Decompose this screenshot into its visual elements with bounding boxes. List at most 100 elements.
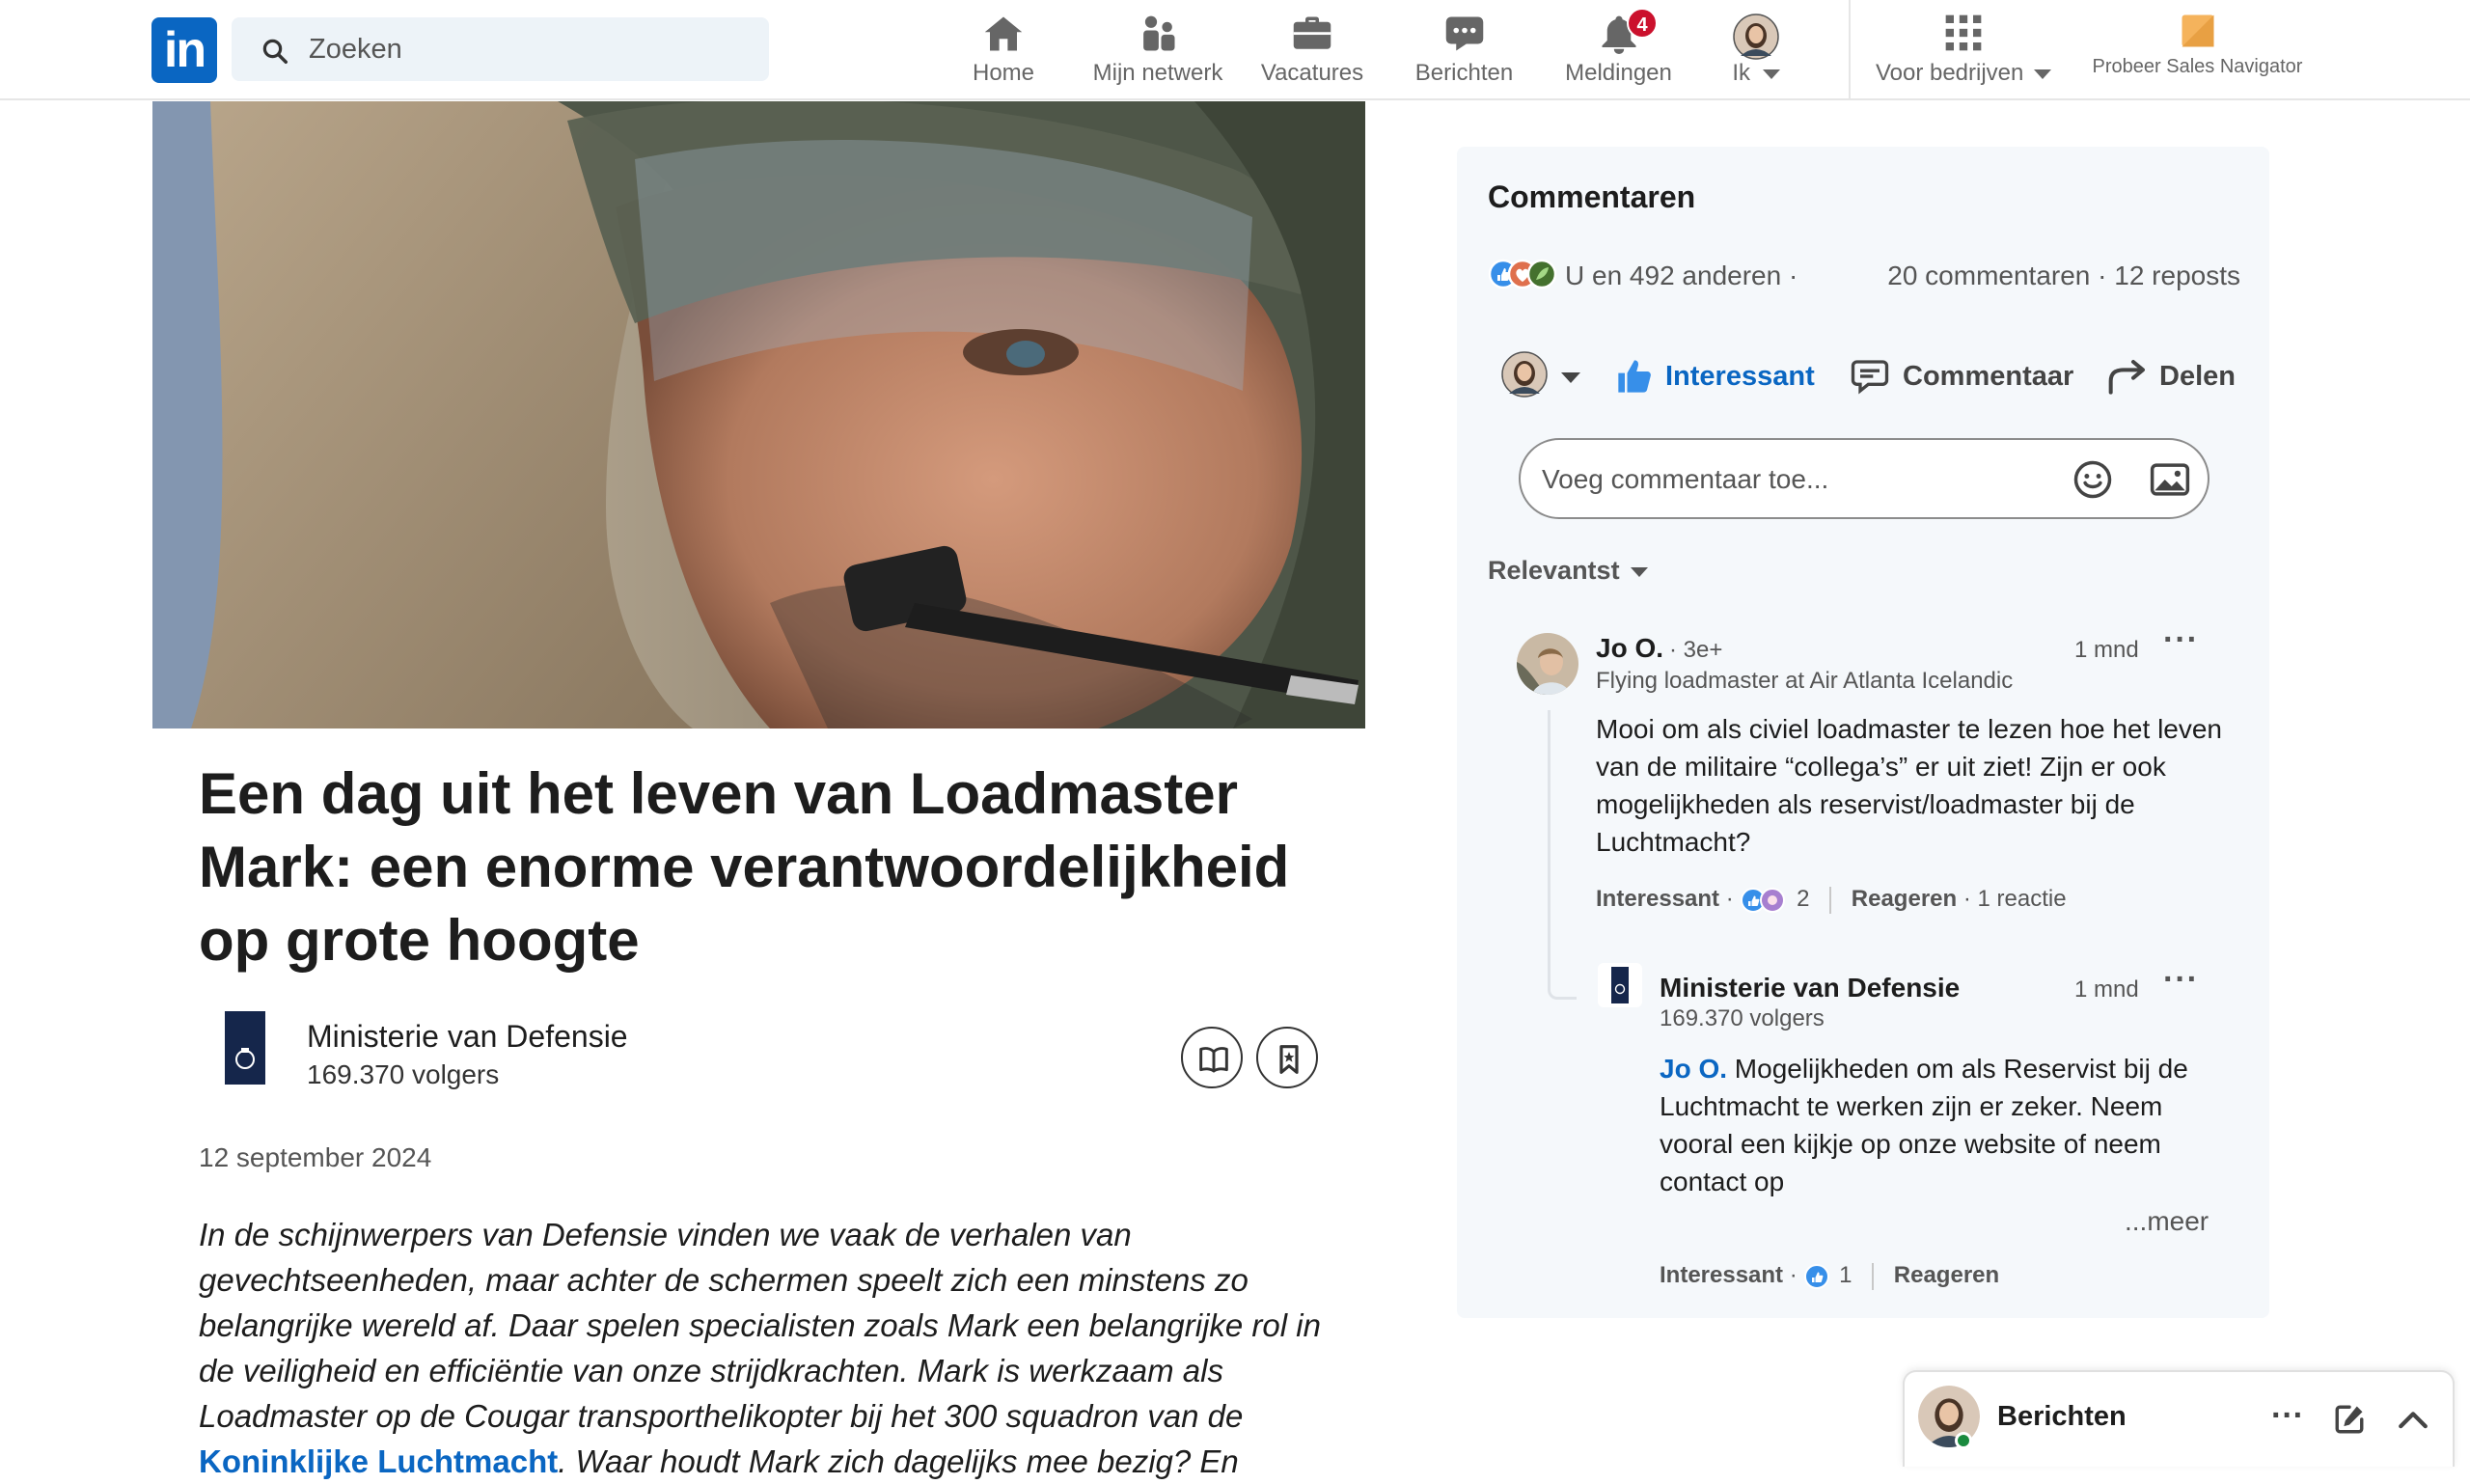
nav-sales-navigator[interactable]: Probeer Sales Navigator [2079, 0, 2316, 100]
article-date: 12 september 2024 [199, 1142, 432, 1172]
search-bar[interactable] [232, 17, 769, 81]
commenter-photo [1517, 633, 1578, 695]
search-input[interactable] [307, 17, 751, 81]
reply-author-followers: 169.370 volgers [1660, 1005, 1825, 1031]
reaction-icons [1741, 887, 1786, 913]
open-book-icon [1199, 1047, 1228, 1073]
nav-divider [1849, 0, 1851, 100]
messaging-overlay[interactable]: Berichten ··· [1903, 1370, 2455, 1467]
comment-reply-button[interactable]: Reageren [1852, 886, 1957, 912]
network-icon [1143, 15, 1175, 51]
author-logo[interactable] [225, 1011, 265, 1085]
linkedin-logo[interactable]: in [151, 17, 217, 83]
replies-count[interactable]: · 1 reactie [1963, 886, 2067, 912]
reply-like-button[interactable]: Interessant [1660, 1262, 1783, 1288]
chevron-down-icon [1631, 566, 1649, 577]
comment-icon [1851, 360, 1889, 395]
reply-author-logo[interactable] [1598, 963, 1642, 1007]
nav-label: Vacatures [1260, 60, 1364, 86]
connection-degree: · 3e+ [1669, 637, 1723, 663]
comments-title: Commentaren [1488, 179, 1696, 214]
nav-label: Mijn netwerk [1092, 60, 1223, 86]
reactions-summary[interactable]: U en 492 anderen · [1488, 257, 1798, 295]
nav-home[interactable]: Home [950, 0, 1057, 100]
emoji-icon[interactable] [2072, 459, 2113, 500]
reply-more-button[interactable]: ··· [2163, 961, 2199, 999]
comment-text: Mooi om als civiel loadmaster te lezen h… [1596, 714, 2223, 857]
comment-time: 1 mnd [2074, 637, 2139, 663]
nav-jobs[interactable]: Vacatures [1254, 0, 1370, 100]
comment-input-box[interactable] [1519, 438, 2209, 519]
search-icon [262, 39, 288, 64]
reply-text: Jo O. Mogelijkheden om als Reservist bij… [1660, 1050, 2229, 1208]
reply-author-name[interactable]: Ministerie van Defensie [1660, 973, 1960, 1003]
nav-label: Ik [1732, 60, 1750, 86]
article-title: Een dag uit het leven van Loadmaster Mar… [199, 761, 1290, 973]
nav-label: Voor bedrijven [1875, 60, 2024, 86]
messaging-more-button[interactable]: ··· [2271, 1397, 2304, 1435]
nav-label: Meldingen [1565, 60, 1672, 86]
reply-time: 1 mnd [2074, 976, 2139, 1003]
briefcase-icon [1293, 16, 1331, 49]
sales-navigator-icon [2182, 14, 2213, 47]
reply-reply-button[interactable]: Reageren [1894, 1262, 1999, 1288]
like-label: Interessant [1665, 361, 1815, 392]
post-actions: Interessant Commentaar Delen [1501, 344, 2254, 411]
share-button[interactable]: Delen [2107, 344, 2252, 411]
coat-of-arms-icon [225, 1011, 265, 1085]
mention-link[interactable]: Jo O. [1660, 1054, 1727, 1084]
chevron-down-icon [1561, 372, 1580, 383]
nav-messaging[interactable]: Berichten [1404, 0, 1524, 100]
thumbs-up-reaction-icon [1804, 1263, 1830, 1289]
online-status-indicator [1955, 1432, 1972, 1449]
commenter-avatar[interactable] [1517, 633, 1578, 695]
profile-avatar [1733, 14, 1779, 60]
image-icon[interactable] [2150, 459, 2190, 500]
like-button[interactable]: Interessant [1615, 344, 1827, 411]
reply-footer: Interessant · 1 Reageren [1660, 1262, 2000, 1290]
profile-avatar [1501, 351, 1548, 398]
nav-notifications[interactable]: 4 Meldingen [1553, 0, 1684, 100]
comments-panel: Commentaren U en 492 anderen · 20 commen… [1457, 147, 2269, 1318]
see-more-button[interactable]: ...meer [2125, 1206, 2209, 1237]
commenter-name[interactable]: Jo O. [1596, 633, 1663, 664]
reaction-icons [1488, 259, 1557, 289]
comments-reposts-count[interactable]: 20 commentaren · 12 reposts [1887, 261, 2240, 291]
comment-footer: Interessant · 2 Reageren · 1 reactie [1596, 886, 2067, 914]
nav-label: Berichten [1414, 60, 1514, 86]
reactions-text: U en 492 anderen · [1565, 261, 1798, 290]
commenter-headline: Flying loadmaster at Air Atlanta Iceland… [1596, 668, 2014, 694]
top-navigation-bar: in Home Mijn netwerk Vacatures Berichten… [0, 0, 2470, 100]
nav-me[interactable]: Ik [1727, 0, 1785, 100]
thread-line [1548, 710, 1577, 1000]
comment-more-button[interactable]: ··· [2163, 621, 2199, 659]
comment-button[interactable]: Commentaar [1851, 344, 2082, 411]
sort-selector[interactable]: Relevantst [1488, 556, 1649, 586]
react-as-selector[interactable] [1501, 344, 1588, 411]
author-followers: 169.370 volgers [307, 1059, 500, 1089]
nav-label: Probeer Sales Navigator [2092, 56, 2303, 77]
nav-for-business[interactable]: Voor bedrijven [1867, 0, 2060, 100]
reader-mode-button[interactable] [1181, 1027, 1243, 1088]
werkenbijdefensie-link[interactable]: https://werkenbijdefensie.nl/cor [1702, 1200, 2107, 1208]
nav-label: Home [972, 60, 1035, 86]
article-intro: In de schijnwerpers van Defensie vinden … [199, 1217, 1321, 1479]
chevron-up-icon[interactable] [2397, 1405, 2429, 1434]
compose-icon[interactable] [2333, 1403, 2366, 1436]
nav-my-network[interactable]: Mijn netwerk [1081, 0, 1235, 100]
save-article-button[interactable] [1256, 1027, 1318, 1088]
bookmark-icon [1279, 1045, 1299, 1074]
comment-label: Commentaar [1903, 361, 2074, 392]
grid-icon [1945, 14, 1982, 51]
comment-like-button[interactable]: Interessant [1596, 886, 1719, 912]
comment-input[interactable] [1540, 453, 2061, 506]
chevron-down-icon [2034, 69, 2052, 79]
sort-label: Relevantst [1488, 556, 1620, 585]
author-name[interactable]: Ministerie van Defensie [307, 1019, 628, 1055]
share-label: Delen [2159, 361, 2236, 392]
chevron-down-icon [1762, 69, 1780, 79]
article-hero-image [152, 101, 1365, 728]
reply-reaction-count[interactable]: 1 [1839, 1262, 1852, 1288]
share-arrow-icon [2108, 360, 2145, 395]
comment-reaction-count[interactable]: 2 [1797, 886, 1809, 912]
